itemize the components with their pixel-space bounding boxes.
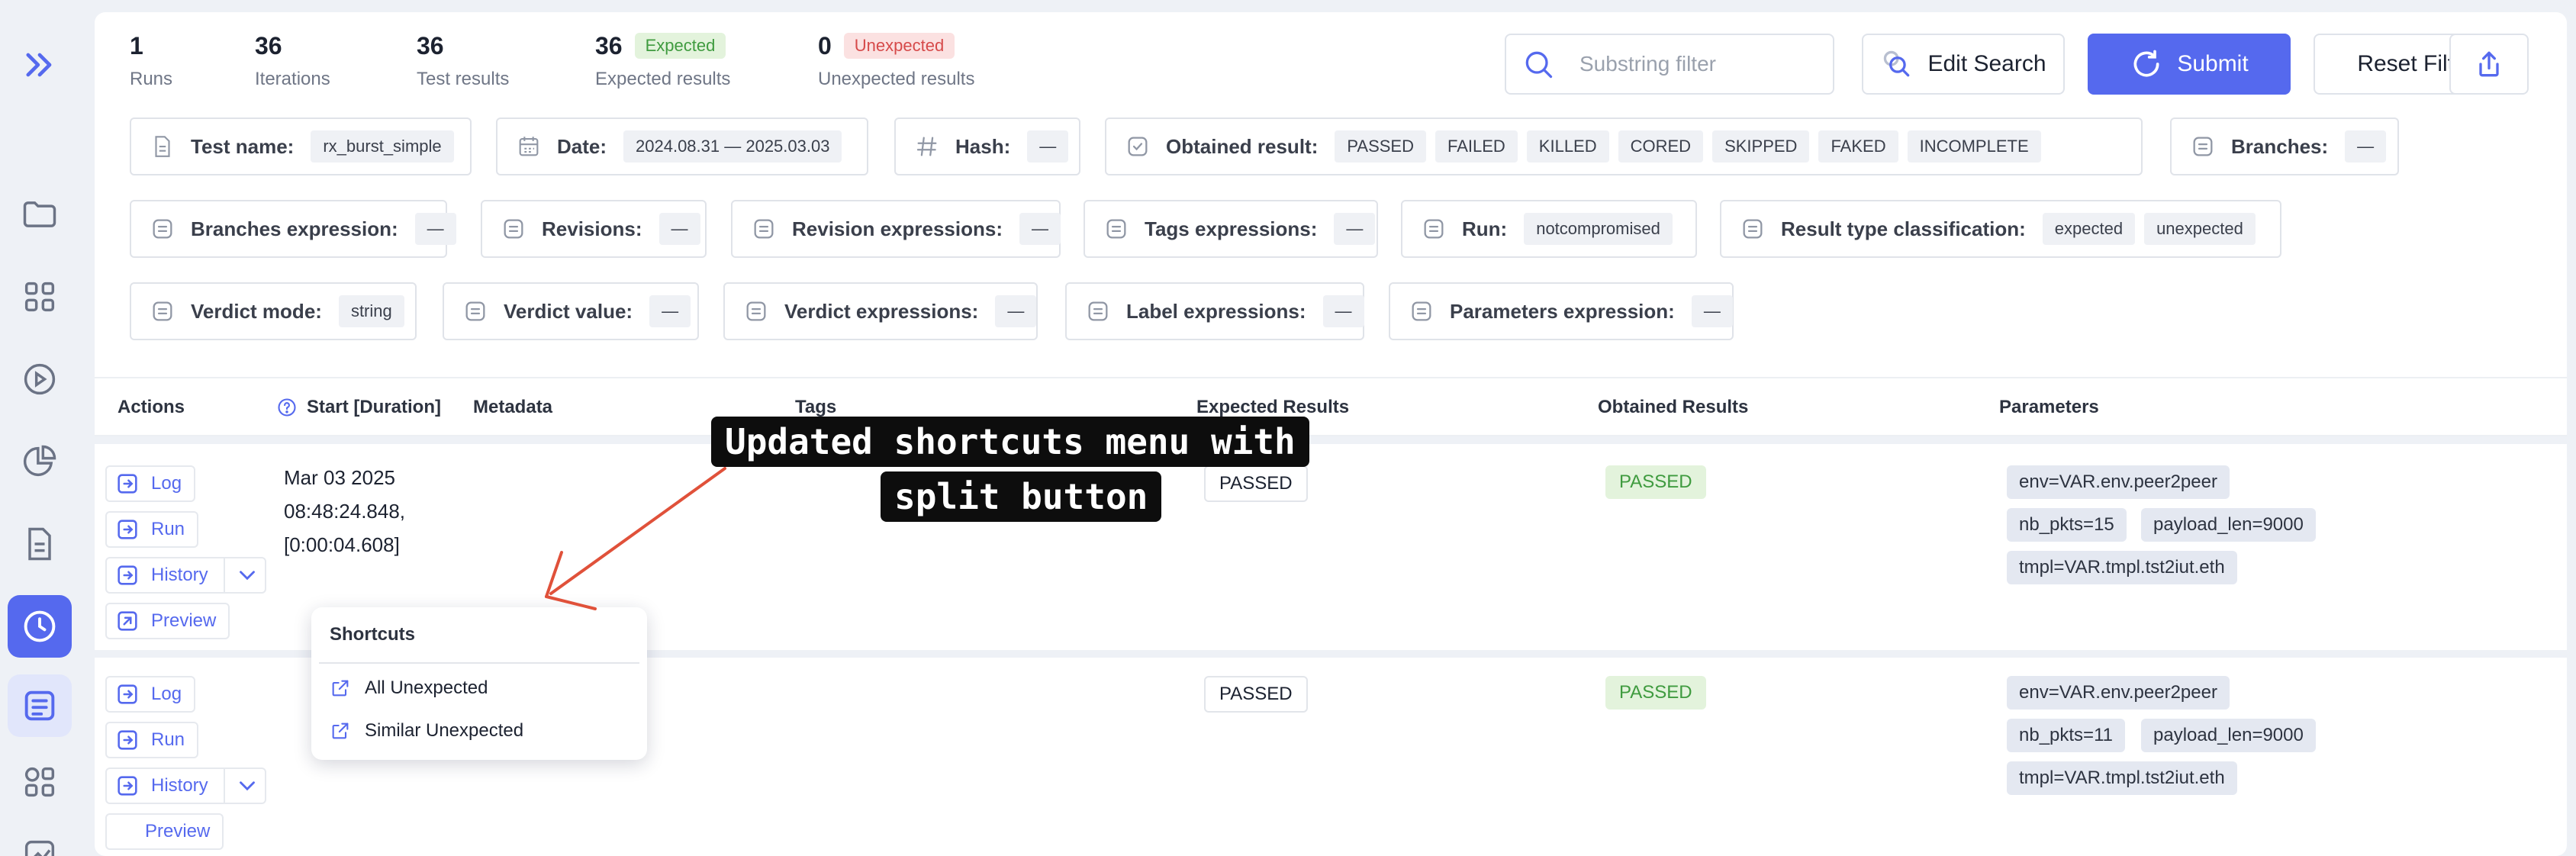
annotation-callout-line2: split button — [881, 471, 1162, 522]
annotation-callout-line1: Updated shortcuts menu with — [711, 417, 1309, 467]
app-root: 1 Runs 36 Iterations 36 Test results 36 … — [0, 0, 2576, 856]
